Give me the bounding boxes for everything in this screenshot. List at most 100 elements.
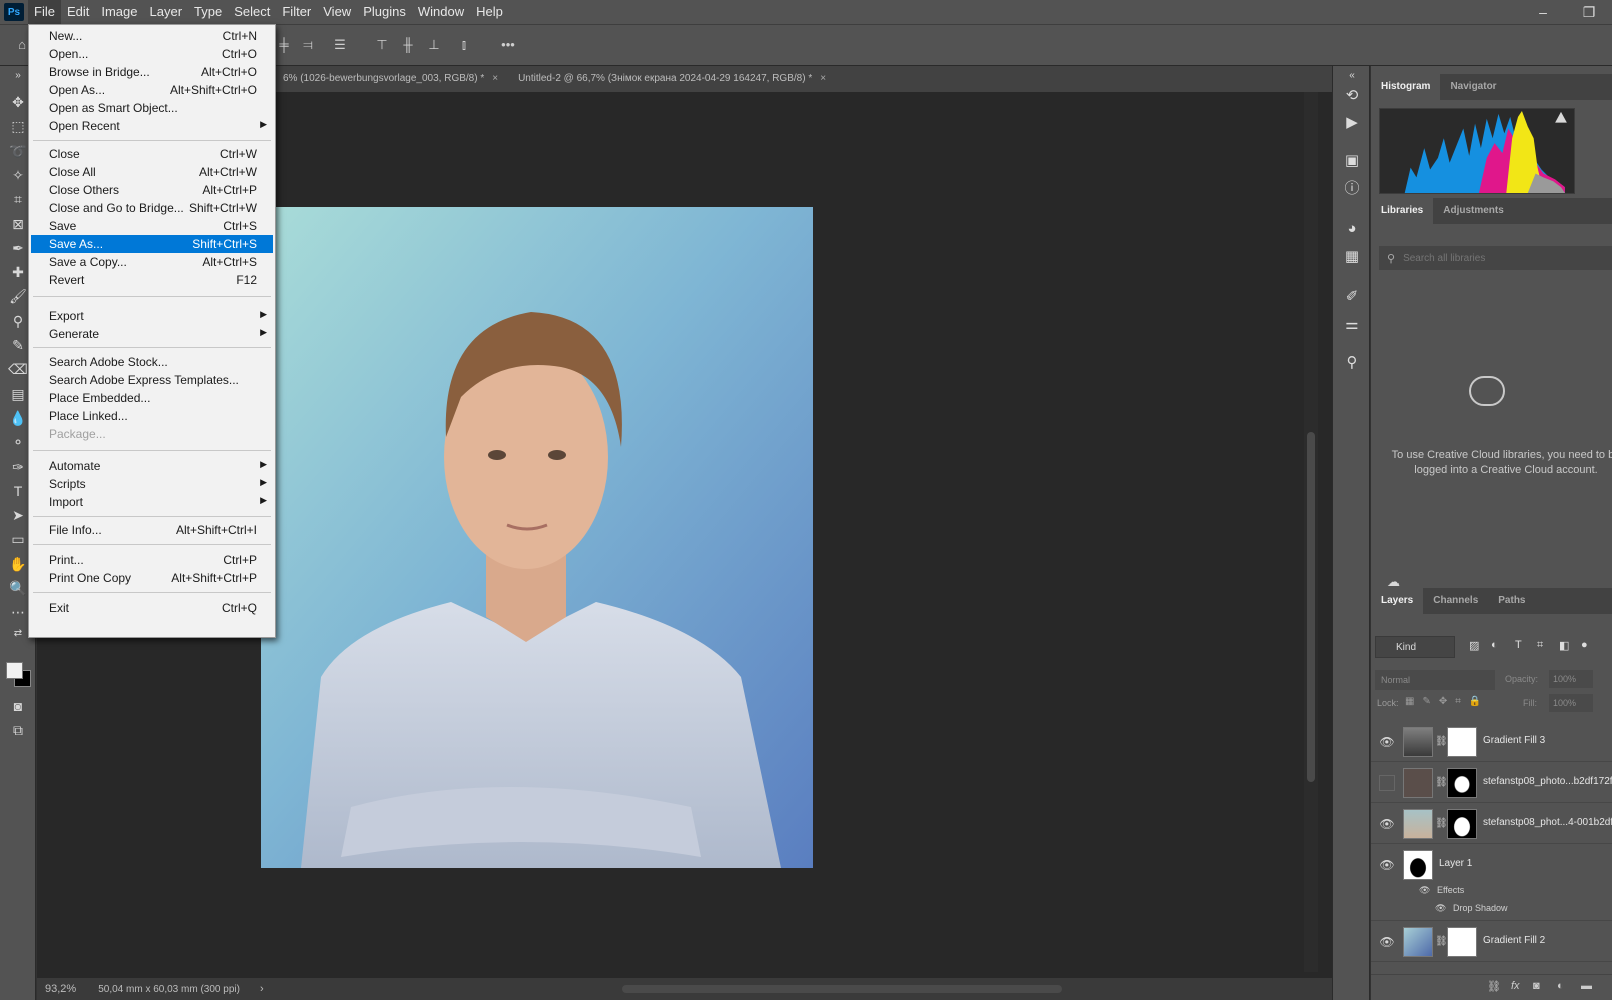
menu-item-open-recent[interactable]: Open Recent ▶	[31, 117, 273, 135]
mask-link-icon[interactable]: ⛓	[1435, 934, 1448, 950]
menu-item-scripts[interactable]: Scripts ▶	[31, 475, 273, 493]
menu-file[interactable]: File	[28, 0, 61, 24]
histogram-warning-icon[interactable]	[1555, 111, 1567, 123]
menu-select[interactable]: Select	[228, 0, 276, 24]
menu-item-place-embedded[interactable]: Place Embedded...	[31, 389, 273, 407]
menu-item-close-all[interactable]: Close All Alt+Ctrl+W	[31, 163, 273, 181]
menu-item-export[interactable]: Export ▶	[31, 307, 273, 325]
swap-colors-icon[interactable]: ⇄	[8, 624, 28, 644]
zoom-tool-icon[interactable]: 🔍	[8, 578, 28, 598]
layer-row[interactable]: 👁 ⛓ Gradient Fill 2	[1371, 922, 1612, 962]
layer-row[interactable]: 👁 ⛓ stefanstp08_phot...4-001b2df1	[1371, 804, 1612, 844]
visibility-eye-icon[interactable]: 👁	[1379, 934, 1395, 950]
menu-item-save[interactable]: Save Ctrl+S	[31, 217, 273, 235]
eyedropper-tool-icon[interactable]: ✒	[8, 238, 28, 258]
menu-item-save-a-copy[interactable]: Save a Copy... Alt+Ctrl+S	[31, 253, 273, 271]
menu-edit[interactable]: Edit	[61, 0, 95, 24]
frame-tool-icon[interactable]: ⊠	[8, 214, 28, 234]
menu-item-automate[interactable]: Automate ▶	[31, 457, 273, 475]
brush-tool-icon[interactable]: 🖌	[8, 286, 28, 306]
screen-mode-icon[interactable]: ⧉	[8, 720, 28, 740]
menu-item-save-as[interactable]: Save As... Shift+Ctrl+S	[31, 235, 273, 253]
visibility-eye-icon[interactable]: 👁	[1379, 816, 1395, 832]
tab-layers[interactable]: Layers	[1371, 588, 1424, 614]
collapse-toolbar-icon[interactable]: »	[8, 66, 28, 86]
menu-item-place-linked[interactable]: Place Linked...	[31, 407, 273, 425]
path-selection-tool-icon[interactable]: ➤	[8, 505, 28, 525]
history-brush-tool-icon[interactable]: ✎	[8, 335, 28, 355]
close-tab-icon[interactable]: ×	[820, 73, 826, 84]
menu-item-close-others[interactable]: Close Others Alt+Ctrl+P	[31, 181, 273, 199]
menu-item-revert[interactable]: Revert F12	[31, 271, 273, 289]
menu-item-generate[interactable]: Generate ▶	[31, 325, 273, 343]
mask-link-icon[interactable]: ⛓	[1435, 816, 1448, 832]
gradient-tool-icon[interactable]: ▤	[8, 384, 28, 404]
menu-item-search-adobe-express-templates[interactable]: Search Adobe Express Templates...	[31, 371, 273, 389]
type-tool-icon[interactable]: T	[8, 481, 28, 501]
swatches-grid-icon[interactable]: ▦	[1342, 247, 1362, 267]
foreground-color-swatch[interactable]	[6, 662, 23, 679]
new-adjustment-icon[interactable]: ◐	[1557, 980, 1564, 992]
align-right-icon[interactable]: ⫤	[300, 37, 316, 53]
minimize-button[interactable]: –	[1520, 0, 1566, 24]
align-horizontal-center-icon[interactable]: ╪	[276, 37, 292, 53]
menu-item-open-as-smart-object[interactable]: Open as Smart Object...	[31, 99, 273, 117]
pixel-layer-filter-icon[interactable]: ▨	[1469, 639, 1479, 652]
align-top-icon[interactable]: ⊤	[374, 37, 390, 53]
drop-shadow-eye-icon[interactable]: 👁	[1435, 903, 1446, 913]
color-swatches[interactable]	[6, 662, 34, 690]
distribute-vertical-icon[interactable]: ⫾	[456, 37, 472, 53]
clone-stamp-tool-icon[interactable]: ⚲	[8, 311, 28, 331]
properties-icon[interactable]: ▣	[1342, 151, 1362, 171]
document-tab[interactable]: 6% (1026-bewerbungsvorlage_003, RGB/8) *…	[273, 66, 508, 92]
tab-libraries[interactable]: Libraries	[1371, 198, 1434, 224]
tab-adjustments[interactable]: Adjustments	[1433, 198, 1514, 224]
clone-source-icon[interactable]: ⚲	[1342, 353, 1362, 373]
menu-image[interactable]: Image	[95, 0, 143, 24]
menu-item-close[interactable]: Close Ctrl+W	[31, 145, 273, 163]
opacity-value[interactable]: 100%	[1549, 670, 1593, 688]
menu-item-file-info[interactable]: File Info... Alt+Shift+Ctrl+I	[31, 521, 273, 539]
tab-paths[interactable]: Paths	[1488, 588, 1535, 614]
move-tool-icon[interactable]: ✥	[8, 92, 28, 112]
visibility-eye-icon[interactable]: 👁	[1379, 857, 1395, 873]
blend-mode-select[interactable]: Normal	[1375, 670, 1495, 690]
color-palette-icon[interactable]: ◕	[1342, 219, 1362, 239]
vertical-scrollbar[interactable]	[1304, 92, 1318, 972]
menu-item-print[interactable]: Print... Ctrl+P	[31, 551, 273, 569]
brush-settings-icon[interactable]: ✐	[1342, 287, 1362, 307]
layer-row[interactable]: 👁 Layer 1 👁 Effects 👁 Drop Shadow	[1371, 845, 1612, 921]
info-icon[interactable]: ⓘ	[1342, 179, 1362, 199]
collapse-panels-icon[interactable]: «	[1342, 66, 1362, 86]
menu-item-browse-in-bridge[interactable]: Browse in Bridge... Alt+Ctrl+O	[31, 63, 273, 81]
align-vertical-center-icon[interactable]: ╫	[400, 37, 416, 53]
dodge-tool-icon[interactable]: ⚬	[8, 432, 28, 452]
menu-filter[interactable]: Filter	[276, 0, 317, 24]
libraries-search-field[interactable]: ⚲	[1379, 246, 1612, 270]
tab-navigator[interactable]: Navigator	[1440, 74, 1506, 100]
menu-help[interactable]: Help	[470, 0, 509, 24]
menu-item-print-one-copy[interactable]: Print One Copy Alt+Shift+Ctrl+P	[31, 569, 273, 587]
canvas-image[interactable]	[261, 207, 813, 868]
zoom-level[interactable]: 93,2%	[45, 983, 76, 995]
menu-item-search-adobe-stock[interactable]: Search Adobe Stock...	[31, 353, 273, 371]
visibility-toggle-empty[interactable]	[1379, 775, 1395, 791]
crop-tool-icon[interactable]: ⌗	[8, 189, 28, 209]
quick-mask-icon[interactable]: ◙	[8, 696, 28, 716]
document-tab[interactable]: Untitled-2 @ 66,7% (Знімок екрана 2024-0…	[508, 66, 836, 92]
restore-button[interactable]: ❐	[1566, 0, 1612, 24]
blur-tool-icon[interactable]: 💧	[8, 408, 28, 428]
shape-layer-filter-icon[interactable]: ⌗	[1537, 639, 1543, 652]
edit-toolbar-icon[interactable]: ⋯	[8, 602, 28, 622]
menu-item-close-and-go-to-bridge[interactable]: Close and Go to Bridge... Shift+Ctrl+W	[31, 199, 273, 217]
tab-histogram[interactable]: Histogram	[1371, 74, 1441, 100]
menu-plugins[interactable]: Plugins	[357, 0, 412, 24]
mask-link-icon[interactable]: ⛓	[1435, 775, 1448, 791]
visibility-eye-icon[interactable]: 👁	[1379, 734, 1395, 750]
horizontal-scroll-thumb[interactable]	[622, 985, 1062, 993]
menu-item-open[interactable]: Open... Ctrl+O	[31, 45, 273, 63]
menu-window[interactable]: Window	[412, 0, 470, 24]
smart-object-filter-icon[interactable]: ◧	[1559, 639, 1569, 652]
layer-kind-filter[interactable]: Kind	[1375, 636, 1455, 658]
vertical-scroll-thumb[interactable]	[1307, 432, 1315, 782]
